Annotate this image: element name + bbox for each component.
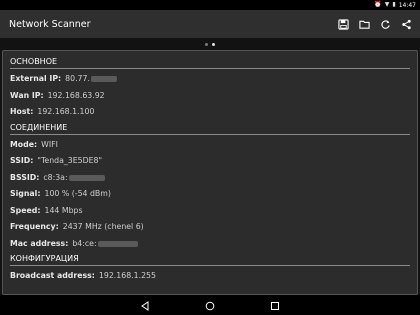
signal-label: Signal: bbox=[10, 189, 41, 198]
wan-ip-label: Wan IP: bbox=[10, 90, 44, 100]
signal-value: 100 % (-54 dBm) bbox=[44, 189, 111, 198]
section-title-config: КОНФИГУРАЦИЯ bbox=[10, 252, 410, 266]
ssid-label: SSID: bbox=[10, 156, 34, 165]
bssid-value: c8:3a: bbox=[43, 172, 68, 182]
wifi-icon: ▼ bbox=[384, 1, 390, 8]
row-ssid: SSID: "Tenda_3E5DE8" bbox=[10, 153, 410, 170]
mode-label: Mode: bbox=[10, 139, 38, 149]
mac-address-label: Mac address: bbox=[10, 238, 69, 248]
host-value: 192.168.1.100 bbox=[37, 107, 95, 116]
row-mac-address: Mac address: b4:ce: bbox=[10, 236, 410, 253]
row-signal: Signal: 100 % (-54 dBm) bbox=[10, 186, 410, 203]
home-icon[interactable] bbox=[205, 296, 215, 315]
redacted-block bbox=[90, 76, 117, 82]
external-ip-value: 80.77. bbox=[65, 74, 90, 83]
info-panel: ОСНОВНОЕ External IP: 80.77. Wan IP: 192.1… bbox=[2, 50, 418, 295]
frequency-label: Frequency: bbox=[10, 222, 59, 231]
external-ip-label: External IP: bbox=[10, 74, 62, 83]
speed-label: Speed: bbox=[10, 205, 41, 215]
back-icon[interactable] bbox=[140, 296, 150, 315]
navigation-bar bbox=[0, 295, 420, 315]
row-host: Host: 192.168.1.100 bbox=[10, 104, 410, 121]
page-indicator bbox=[0, 40, 420, 48]
frequency-value: 2437 MHz (chenel 6) bbox=[62, 222, 144, 231]
save-icon[interactable] bbox=[337, 18, 349, 30]
row-external-ip: External IP: 80.77. bbox=[10, 71, 410, 88]
status-bar: ⏰ ▼ ▮ 14:47 bbox=[0, 0, 420, 10]
row-mode: Mode: WIFI bbox=[10, 137, 410, 154]
battery-icon: ▮ bbox=[392, 1, 396, 8]
mac-address-value: b4:ce: bbox=[72, 238, 97, 248]
host-label: Host: bbox=[10, 107, 34, 116]
broadcast-address-label: Broadcast address: bbox=[10, 271, 95, 280]
broadcast-address-value: 192.168.1.255 bbox=[98, 271, 156, 280]
row-speed: Speed: 144 Mbps bbox=[10, 203, 410, 220]
row-wan-ip: Wan IP: 192.168.63.92 bbox=[10, 88, 410, 105]
section-title-basic: ОСНОВНОЕ bbox=[10, 55, 410, 69]
alarm-icon: ⏰ bbox=[374, 1, 382, 8]
mode-value: WIFI bbox=[41, 139, 58, 149]
wan-ip-value: 192.168.63.92 bbox=[47, 90, 105, 100]
app-title: Network Scanner bbox=[9, 18, 91, 30]
row-bssid: BSSID: c8:3a: bbox=[10, 170, 410, 187]
bssid-label: BSSID: bbox=[10, 172, 40, 182]
redacted-block bbox=[97, 240, 138, 247]
speed-value: 144 Mbps bbox=[44, 205, 83, 215]
redacted-block bbox=[68, 174, 105, 181]
status-time: 14:47 bbox=[398, 1, 416, 9]
section-title-connection: СОЕДИНЕНИЕ bbox=[10, 121, 410, 135]
ssid-value: "Tenda_3E5DE8" bbox=[37, 156, 103, 165]
share-icon[interactable] bbox=[400, 18, 412, 30]
page-dot-1[interactable] bbox=[205, 42, 208, 46]
row-frequency: Frequency: 2437 MHz (chenel 6) bbox=[10, 219, 410, 236]
recents-icon[interactable] bbox=[270, 296, 280, 315]
app-bar: Network Scanner bbox=[0, 10, 420, 38]
row-broadcast-address: Broadcast address: 192.168.1.255 bbox=[10, 268, 410, 285]
folder-icon[interactable] bbox=[358, 18, 370, 30]
refresh-icon[interactable] bbox=[379, 18, 391, 30]
page-dot-2[interactable] bbox=[212, 42, 215, 46]
toolbar-actions bbox=[337, 18, 412, 30]
